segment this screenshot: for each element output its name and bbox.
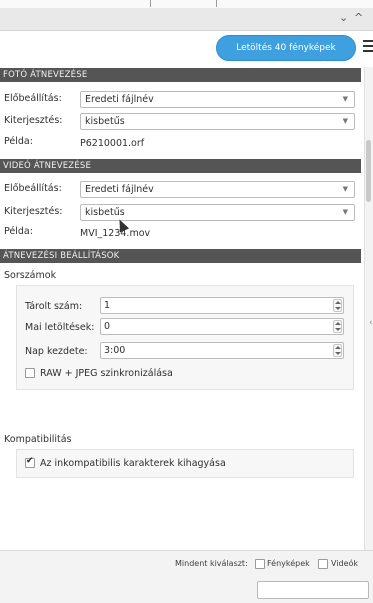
select-photos-checkbox[interactable] — [255, 559, 265, 569]
video-example-value: MVI_1234.mov — [80, 228, 151, 239]
strip-mark — [216, 0, 217, 7]
spin-arrows-icon[interactable] — [333, 299, 342, 312]
compatibility-title: Kompatibilitás — [4, 434, 72, 445]
video-extension-label: Kiterjesztés: — [4, 206, 63, 217]
download-button[interactable]: Letöltés 40 fényképek — [216, 35, 356, 61]
sync-raw-jpeg-checkbox[interactable] — [25, 368, 35, 378]
window-titlebar: ⌄ ^ — [0, 8, 373, 31]
photo-preset-value: Eredeti fájlnév — [85, 94, 154, 105]
video-rename-header: VIDEÓ ÁTNEVEZÉSE — [0, 159, 361, 173]
day-start-spinbox[interactable]: 3:00 — [100, 342, 344, 359]
video-preset-label: Előbeállítás: — [4, 183, 62, 194]
spin-arrows-icon[interactable] — [333, 344, 342, 357]
select-all-label: Mindent kiválaszt: — [175, 559, 248, 568]
chevron-down-icon: ▼ — [342, 208, 348, 216]
downloads-today-value: 0 — [104, 321, 111, 332]
rename-settings-header: ÁTNEVEZÉSI BEÁLLÍTÁSOK — [0, 249, 361, 263]
edge-mark: ‹ — [369, 318, 373, 328]
spin-arrows-icon[interactable] — [333, 320, 342, 333]
downloads-today-label: Mai letöltések: — [25, 322, 95, 333]
chevron-down-icon: ▼ — [342, 95, 348, 103]
video-extension-value: kisbetűs — [85, 207, 125, 218]
video-preset-value: Eredeti fájlnév — [85, 184, 154, 195]
sync-raw-jpeg-label: RAW + JPEG szinkronizálása — [40, 368, 173, 379]
skip-incompatible-checkbox[interactable] — [25, 456, 35, 468]
photo-preset-select[interactable]: Eredeti fájlnév ▼ — [80, 91, 355, 108]
photo-preset-label: Előbeállítás: — [4, 93, 62, 104]
strip-mark — [150, 0, 151, 7]
chevron-down-icon: ▼ — [342, 185, 348, 193]
stored-number-value: 1 — [104, 300, 111, 311]
skip-incompatible-label: Az inkompatibilis karakterek kihagyása — [40, 458, 226, 469]
select-videos-checkbox[interactable] — [318, 559, 328, 569]
chevron-down-icon: ▼ — [342, 117, 348, 125]
video-example-label: Példa: — [4, 226, 33, 237]
footer-input[interactable] — [257, 581, 369, 599]
photo-extension-label: Kiterjesztés: — [4, 115, 63, 126]
select-photos-label: Fényképek — [267, 559, 310, 568]
sequences-title: Sorszámok — [4, 270, 57, 281]
photo-extension-value: kisbetűs — [85, 116, 125, 127]
photo-example-value: P6210001.orf — [80, 138, 145, 149]
minimize-icon[interactable]: ⌄ — [339, 11, 348, 24]
photo-extension-select[interactable]: kisbetűs ▼ — [80, 113, 355, 130]
day-start-label: Nap kezdete: — [25, 346, 88, 357]
photo-rename-header: FOTÓ ÁTNEVEZÉSE — [0, 68, 361, 82]
photo-example-label: Példa: — [4, 136, 33, 147]
day-start-value: 3:00 — [104, 345, 126, 356]
downloads-today-spinbox[interactable]: 0 — [100, 318, 344, 335]
stored-number-label: Tárolt szám: — [25, 301, 83, 312]
stored-number-spinbox[interactable]: 1 — [100, 297, 344, 314]
maximize-icon[interactable]: ^ — [354, 11, 363, 24]
select-videos-label: Videók — [331, 559, 359, 568]
video-preset-select[interactable]: Eredeti fájlnév ▼ — [80, 181, 355, 198]
scrollbar-thumb[interactable] — [366, 140, 371, 202]
hamburger-menu-icon[interactable] — [363, 40, 373, 55]
